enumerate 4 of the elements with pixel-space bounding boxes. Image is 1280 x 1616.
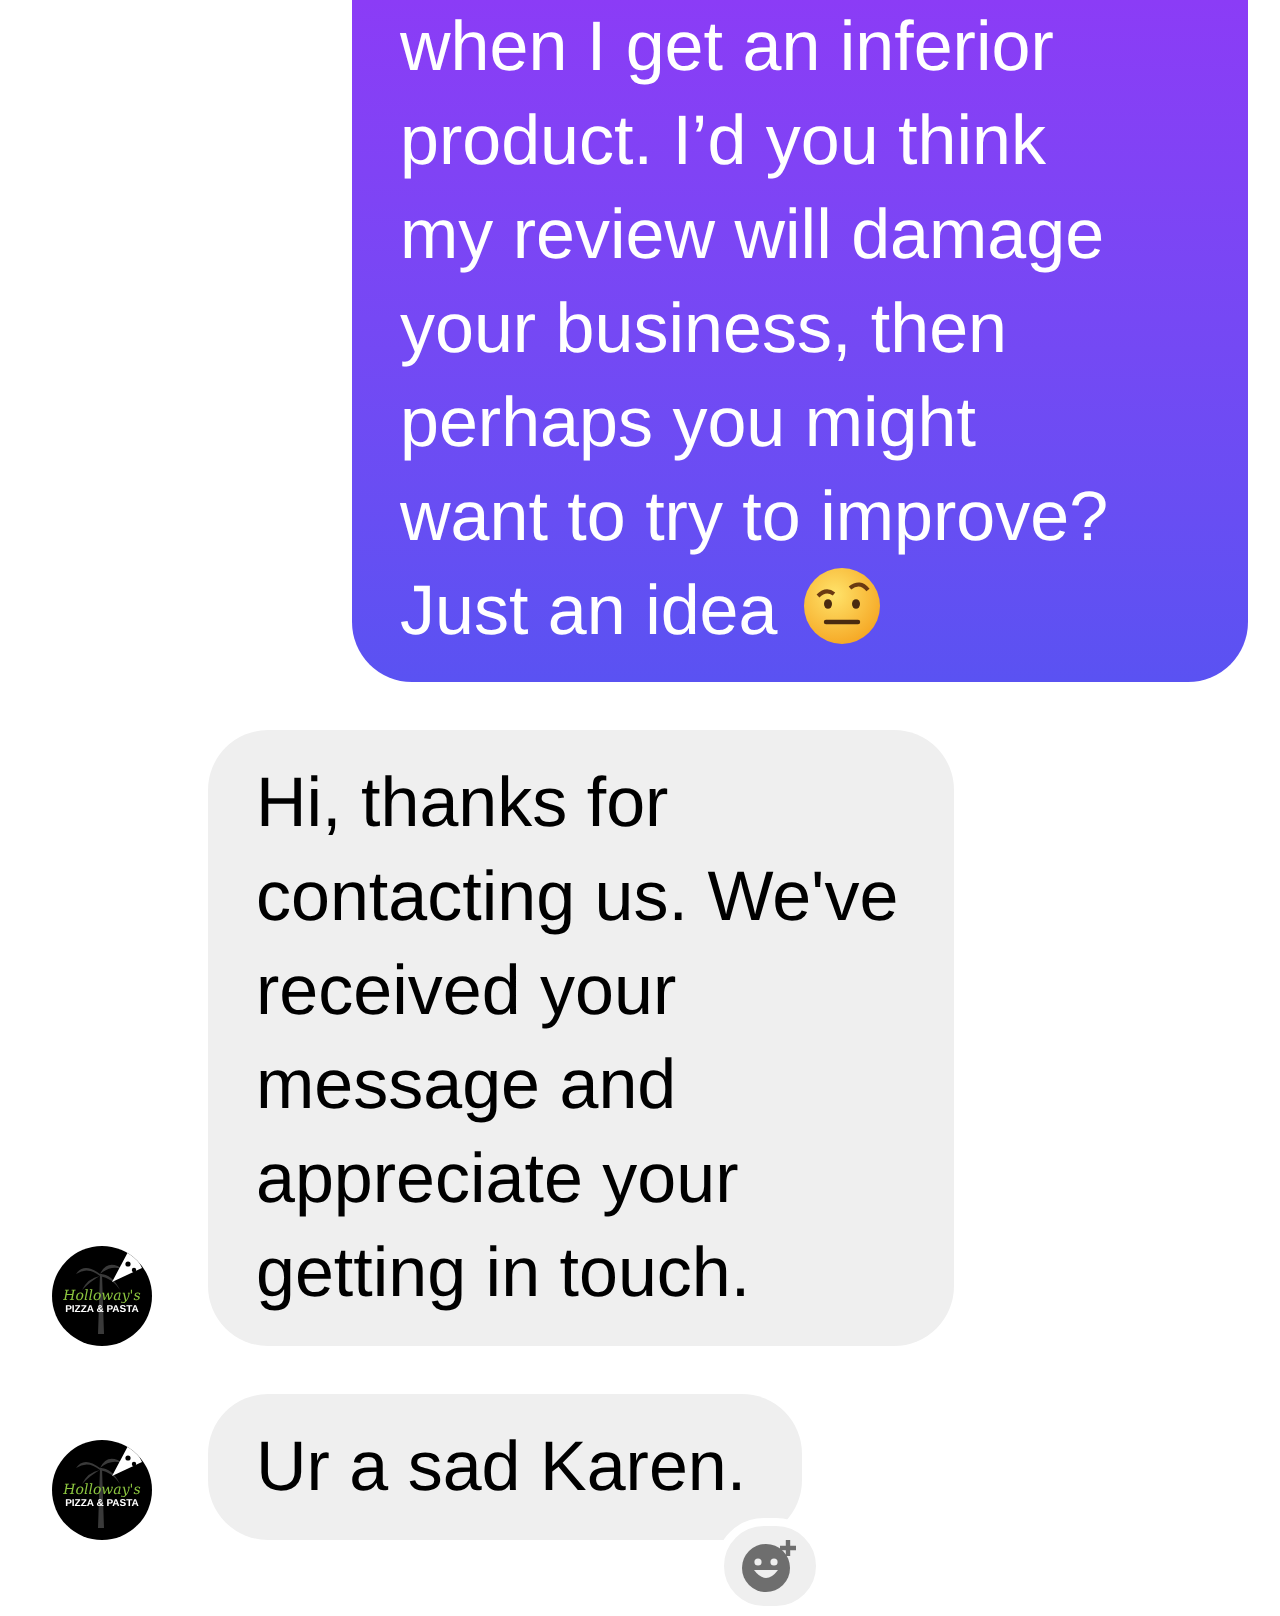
smiley-plus-icon (740, 1538, 800, 1594)
message-text: when I get an inferior product. I’d you think my review will damage your business, then perhaps you might want to try to improve? Just an idea (400, 6, 1111, 654)
message-text: Hi, thanks for contacting us. We've received your message and appreciate your getting in touch. (256, 762, 899, 1316)
message-text: Ur a sad Karen. (256, 1426, 747, 1510)
